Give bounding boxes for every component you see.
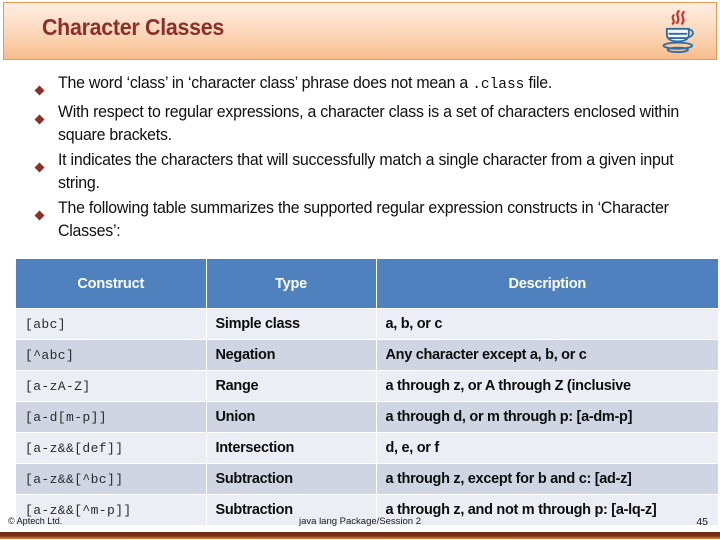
slide-footer: © Aptech Ltd. java lang Package/Session … (0, 516, 720, 540)
page-title: Character Classes (42, 14, 224, 40)
cell-construct: [a-d[m-p]] (16, 401, 207, 433)
cell-description: d, e, or f (375, 432, 718, 464)
cell-description: Any character except a, b, or c (375, 339, 718, 371)
cell-type: Union (205, 401, 377, 433)
cell-construct: [abc] (16, 308, 207, 340)
list-item: The word ‘class’ in ‘character class’ ph… (34, 72, 710, 99)
list-item: With respect to regular expressions, a c… (34, 101, 710, 147)
table-row: [a-z&&[def]] Intersection d, e, or f (16, 432, 718, 464)
bullet-text: With respect to regular expressions, a c… (58, 103, 679, 144)
java-coffee-cup-logo-icon (662, 9, 694, 53)
cell-construct: [a-z&&[def]] (16, 432, 207, 464)
cell-construct: [^abc] (16, 339, 207, 371)
table-row: [a-z&&[^bc]] Subtraction a through z, ex… (16, 463, 718, 495)
table-header-row: Construct Type Description (16, 259, 718, 309)
column-header-construct: Construct (16, 259, 207, 309)
diamond-bullet-icon (34, 149, 58, 176)
cell-type: Simple class (205, 308, 377, 340)
cell-description: a, b, or c (375, 308, 718, 340)
column-header-type: Type (205, 259, 377, 309)
bullet-text-part: file. (524, 74, 553, 92)
character-classes-table: Construct Type Description [abc] Simple … (16, 259, 718, 525)
bullet-text-part: The word ‘class’ in ‘character class’ ph… (58, 74, 473, 92)
table-body: [abc] Simple class a, b, or c [^abc] Neg… (16, 308, 718, 525)
cell-description: a through z, except for b and c: [ad-z] (375, 463, 718, 495)
cell-type: Subtraction (205, 463, 377, 495)
cell-construct: [a-z&&[^bc]] (16, 463, 207, 495)
footer-session-text: java lang Package/Session 2 (299, 516, 421, 527)
cell-type: Intersection (205, 432, 377, 464)
footer-divider-bar (0, 532, 720, 539)
bullet-text: The word ‘class’ in ‘character class’ ph… (58, 72, 687, 96)
diamond-bullet-icon (34, 197, 58, 224)
column-header-description: Description (375, 259, 718, 309)
cell-type: Negation (205, 339, 377, 371)
list-item: It indicates the characters that will su… (34, 149, 710, 195)
diamond-bullet-icon (34, 72, 58, 99)
diamond-bullet-icon (34, 101, 58, 128)
cell-description: a through d, or m through p: [a-dm-p] (375, 401, 718, 433)
cell-type: Range (205, 370, 377, 402)
bullet-code-part: .class (472, 76, 525, 93)
page-number: 45 (696, 516, 708, 528)
table-row: [abc] Simple class a, b, or c (16, 308, 718, 340)
slide: Character Classes The word ‘class’ in ‘c… (0, 0, 720, 540)
table-row: [^abc] Negation Any character except a, … (16, 339, 718, 371)
table-row: [a-d[m-p]] Union a through d, or m throu… (16, 401, 718, 433)
slide-header-banner: Character Classes (3, 2, 717, 60)
bullet-list: The word ‘class’ in ‘character class’ ph… (34, 72, 710, 245)
cell-construct: [a-zA-Z] (16, 370, 207, 402)
cell-description: a through z, or A through Z (inclusive (375, 370, 718, 402)
list-item: The following table summarizes the suppo… (34, 197, 710, 243)
bullet-text: The following table summarizes the suppo… (58, 199, 669, 240)
table-row: [a-zA-Z] Range a through z, or A through… (16, 370, 718, 402)
bullet-text: It indicates the characters that will su… (58, 151, 674, 192)
